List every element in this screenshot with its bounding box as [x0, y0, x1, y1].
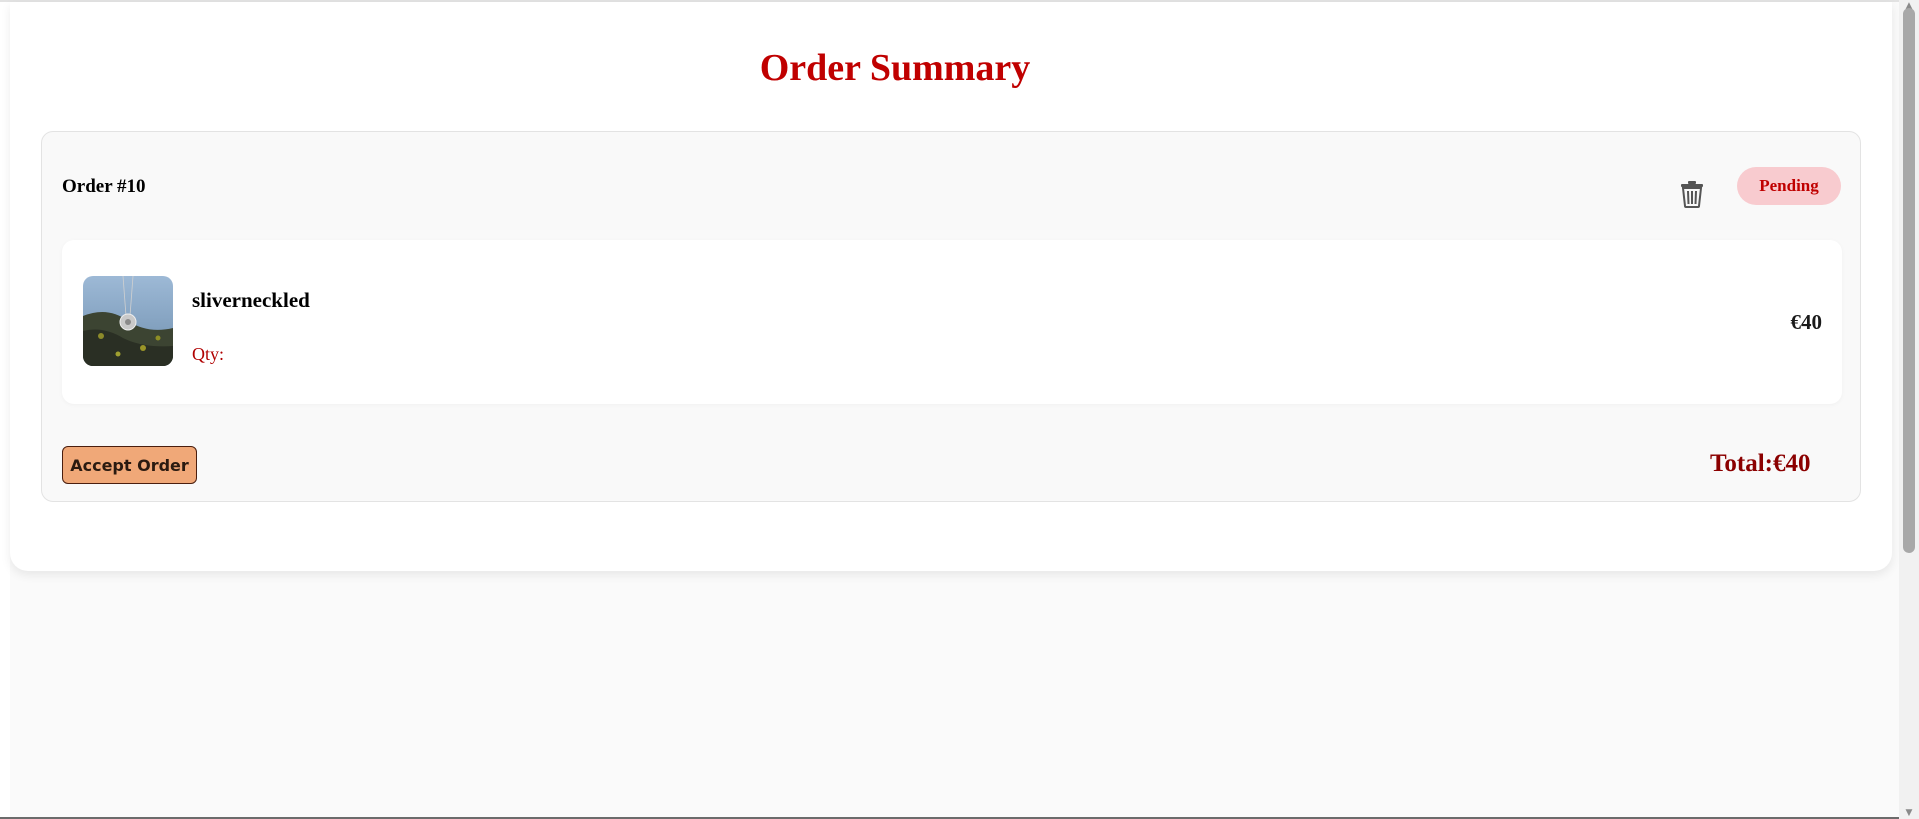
- scroll-down-icon[interactable]: ▼: [1899, 807, 1919, 819]
- scrollbar-thumb[interactable]: [1903, 8, 1915, 553]
- accept-order-button[interactable]: Accept Order: [62, 446, 197, 484]
- product-price: €40: [1790, 310, 1823, 334]
- order-item: sliverneckled Qty: €40: [62, 240, 1842, 404]
- order-summary-card: Order Summary Order #10 Pending sliverne…: [10, 2, 1892, 571]
- page-viewport: Order Summary Order #10 Pending sliverne…: [0, 0, 1899, 819]
- product-image: [83, 276, 173, 366]
- order-card: Order #10 Pending sliverneckled Qty: €40…: [41, 131, 1861, 502]
- product-qty: Qty:: [192, 344, 225, 364]
- necklace-photo-icon: [83, 276, 173, 366]
- delete-order-button[interactable]: [1679, 180, 1705, 208]
- left-gutter: [0, 0, 10, 819]
- order-total: Total:€40: [1710, 450, 1811, 477]
- status-badge: Pending: [1737, 167, 1841, 205]
- product-name: sliverneckled: [192, 288, 310, 312]
- page-title: Order Summary: [759, 47, 1031, 89]
- page-scrollbar[interactable]: ▲ ▼: [1899, 0, 1919, 819]
- order-id: Order #10: [62, 176, 146, 197]
- trash-icon: [1681, 181, 1703, 208]
